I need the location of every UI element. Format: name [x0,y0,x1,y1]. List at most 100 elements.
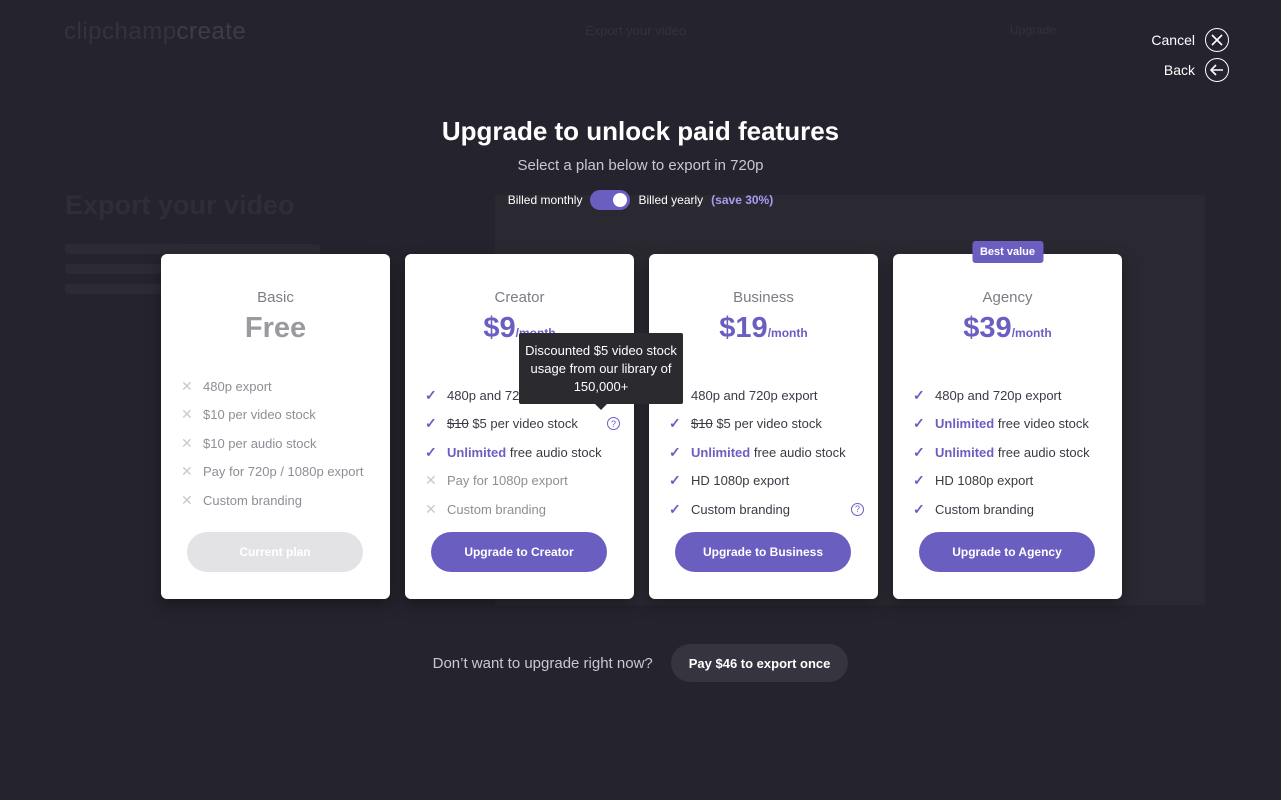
feature-label: free audio stock [753,444,846,460]
feature-list: ✓480p and 720p export✓$10 $5 per video s… [669,381,864,524]
toggle-knob [613,193,628,207]
feature-item: ✕ Custom branding [181,486,376,515]
feature-label: Custom branding [447,501,546,517]
check-icon: ✓ [425,415,437,432]
close-icon [1205,28,1229,52]
feature-item: ✕ Pay for 1080p export [425,467,620,496]
arrow-left-icon [1205,58,1229,82]
cross-icon: ✕ [425,472,437,489]
check-icon: ✓ [425,443,437,460]
feature-text: Pay for 1080p export [447,473,568,488]
feature-item: ✓ Unlimited free audio stock [913,438,1108,467]
feature-label: Custom branding [935,501,1034,517]
plan-card-business: Business $19/month ✓480p and 720p export… [649,254,878,599]
current-plan-button: Current plan [187,532,363,572]
feature-text: Unlimited free audio stock [935,445,1090,460]
plan-name: Business [733,289,794,306]
feature-item: ✓ Unlimited free audio stock [669,438,864,467]
check-icon: ✓ [913,472,925,489]
feature-item: ✕ 480p export [181,372,376,401]
plan-cards: Basic Free ✕ 480p export ✕ $10 per video st… [161,241,1122,599]
check-icon: ✓ [669,415,681,432]
feature-label: Pay for 1080p export [447,473,568,489]
info-icon[interactable]: ? [851,502,864,516]
plan-name: Basic [257,289,294,306]
feature-text: 480p and 720p export [691,388,818,403]
feature-list: ✓ 480p and 720p export ✓ Unlimited free vid… [913,381,1108,524]
check-icon: ✓ [913,386,925,403]
feature-item: ✓480p and 720p export [669,381,864,410]
best-value-badge: Best value [971,241,1044,263]
upgrade-business-button[interactable]: Upgrade to Business [675,532,851,572]
plan-price: $39/month [893,312,1122,345]
footer-question: Don’t want to upgrade right now? [432,654,653,672]
feature-text: Unlimited free audio stock [447,445,602,460]
feature-label: 480p and 720p export [691,387,818,403]
upgrade-agency-button[interactable]: Upgrade to Agency [919,532,1095,572]
check-icon: ✓ [669,443,681,460]
feature-text: $10 per audio stock [203,436,316,451]
info-icon[interactable]: ? [607,417,620,431]
old-price: $10 [447,416,469,432]
pay-once-button[interactable]: Pay $46 to export once [670,644,849,682]
plan-card-creator: Creator $9/month ✓480p and 720p export✓$… [405,254,634,599]
background-line [65,244,320,254]
feature-label: 480p and 720p export [935,387,1062,403]
save-badge: (save 30%) [711,193,774,207]
feature-label: $10 per video stock [203,407,316,423]
feature-label: Custom branding [203,492,302,508]
feature-item: ✕ Custom branding [425,495,620,524]
cross-icon: ✕ [181,406,193,423]
background-center-title: Export your video [585,23,687,38]
feature-text: $10 $5 per video stock [447,416,578,431]
feature-text: Custom branding [935,502,1034,517]
plan-name: Creator [494,289,545,306]
cross-icon: ✕ [181,463,193,480]
check-icon: ✓ [913,415,925,432]
check-icon: ✓ [913,443,925,460]
feature-item: ✓ 480p and 720p export [913,381,1108,410]
cross-icon: ✕ [181,434,193,451]
video-stock-tooltip: Discounted $5 video stock usage from our… [519,333,683,410]
cancel-button[interactable]: Cancel [1151,28,1229,52]
background-logo: clipchampcreate [64,18,247,45]
feature-text: HD 1080p export [935,473,1033,488]
feature-label: HD 1080p export [691,473,790,489]
feature-item: ✓ HD 1080p export [669,467,864,496]
feature-label: HD 1080p export [935,473,1034,489]
feature-label: Pay for 720p / 1080p export [203,464,364,480]
feature-label: 480p export [203,378,272,394]
feature-list: ✕ 480p export ✕ $10 per video stock ✕ $10 per… [181,372,376,515]
billing-toggle[interactable] [590,190,631,210]
check-icon: ✓ [425,386,437,403]
billed-monthly-label[interactable]: Billed monthly [508,193,583,207]
footer: Don’t want to upgrade right now? Pay $46… [0,644,1281,682]
feature-text: 480p and 720p export [935,388,1062,403]
feature-highlight: Unlimited [691,444,751,460]
feature-label: $10 per audio stock [203,435,317,451]
price-amount: $39 [963,312,1012,344]
cross-icon: ✕ [181,377,193,394]
cross-icon: ✕ [181,491,193,508]
back-label: Back [1163,62,1195,78]
cross-icon: ✕ [425,500,437,517]
feature-text: $10 $5 per video stock [691,416,822,431]
feature-label: $5 per video stock [472,416,578,432]
plan-price: Free [161,312,390,345]
price-amount: $9 [483,312,516,344]
plan-name: Agency [982,289,1033,306]
feature-text: Custom branding [691,502,790,517]
plan-card-basic: Basic Free ✕ 480p export ✕ $10 per video st… [161,254,390,599]
feature-item: ✕ $10 per video stock [181,401,376,430]
feature-item: ✓ Unlimited free video stock [913,410,1108,439]
feature-highlight: Unlimited [447,444,507,460]
price-amount: Free [244,312,307,344]
check-icon: ✓ [913,500,925,517]
old-price: $10 [691,416,713,432]
billed-yearly-label[interactable]: Billed yearly [638,193,703,207]
back-button[interactable]: Back [1164,58,1229,82]
upgrade-creator-button[interactable]: Upgrade to Creator [431,532,607,572]
feature-item: ✓ Custom branding [913,495,1108,524]
feature-item: ✓ Custom branding? [669,495,864,524]
feature-text: Custom branding [447,502,546,517]
